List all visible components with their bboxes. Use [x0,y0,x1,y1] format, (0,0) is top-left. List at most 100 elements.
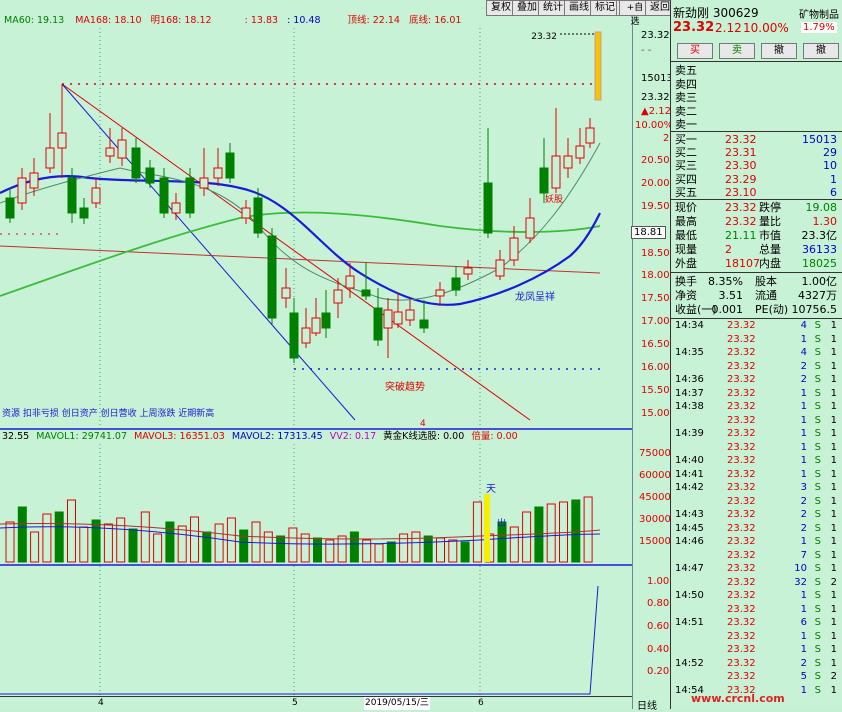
candle-body [301,327,311,344]
cancel-button[interactable]: 撤 [761,43,797,59]
volume-bar [460,541,470,563]
candle-body [29,172,39,189]
tick-row: 14:38 23.32 1 S 1 [671,401,842,412]
volume-bar [116,517,126,563]
tick-side: S [814,657,821,669]
peak-price-label: 23.32 [531,32,557,42]
candle-body [131,147,141,179]
buy-volume: 15013 [802,133,837,146]
axis-label-12: 17.50 [641,293,670,304]
tick-count: 1 [830,630,837,642]
sell-label: 卖二 [675,104,697,118]
tick-price: 23.32 [727,549,756,561]
ind-axis-2: 0.60 [647,621,670,632]
tick-time: 14:50 [675,590,704,601]
tick-count: 1 [830,509,837,520]
stat-label: 流通 [755,289,777,302]
vol-axis-3: 30000 [639,514,671,525]
sell-button[interactable]: 卖 [719,43,755,59]
volume-bar [91,519,101,563]
day-line-label[interactable]: 日线 [637,697,657,712]
tick-row: 23.32 1 S 1 [671,644,842,655]
volume-bar [349,531,359,563]
tick-row: 14:34 23.32 4 S 1 [671,320,842,331]
tick-volume: 2 [800,374,807,385]
tick-price: 23.32 [727,671,756,682]
cancel-all-button[interactable]: 撤 [803,43,839,59]
price-chart[interactable]: 23.32 龙凤呈祥 突破趋势 妖股 资源 扣非亏损 创日资产 创日营收 上周涨… [0,28,632,430]
sell-label: 卖四 [675,77,697,91]
tick-side: S [814,644,821,655]
tick-row: 23.32 1 S 1 [671,604,842,615]
tick-side: S [814,684,821,696]
tick-side: S [814,360,821,372]
axis-label-7: 20.00 [641,178,670,189]
time-tick-5: 5 [292,698,298,708]
volume-bar [263,531,273,563]
stat-value: 10756.5 [791,303,838,316]
tick-time: 14:35 [675,347,704,358]
candle-body [253,197,263,234]
stock-pct: 10.00% [743,21,789,35]
tick-price: 23.32 [727,617,756,628]
axis-label-8: 19.50 [641,201,670,212]
tick-time: 14:34 [675,320,704,331]
tick-row: 14:45 23.32 2 S 1 [671,523,842,534]
candle-body [225,152,235,179]
sell-label: 卖五 [675,64,697,77]
tick-volume: 1 [800,441,807,453]
indicator-chart[interactable] [0,566,632,696]
candle-body [105,147,115,157]
indicator-line [0,585,599,695]
buy-volume: 29 [823,146,837,160]
legend-mavol2: MAVOL2: 17313.45 [231,431,323,442]
candle-body [509,237,519,261]
candle-body [495,259,505,277]
volume-bar [140,511,150,563]
tick-time: 14:45 [675,522,704,534]
tick-row: 14:51 23.32 6 S 1 [671,617,842,628]
volume-bar [190,516,199,563]
buy-volume: 1 [830,172,837,186]
chart-area[interactable]: MA60: 19.13 MA168: 18.10 明168: 18.12 : 1… [0,0,638,710]
candle-body [5,197,15,219]
tick-volume: 1 [800,428,807,439]
tick-row: 14:39 23.32 1 S 1 [671,428,842,439]
tick-volume: 4 [800,320,807,331]
limit-up-candle [594,31,602,101]
legend-val2: : 10.48 [287,15,321,26]
volume-chart[interactable]: 天 出 [0,444,632,566]
tick-count: 1 [830,536,837,547]
tick-price: 23.32 [727,468,756,480]
tick-row: 14:43 23.32 2 S 1 [671,509,842,520]
volume-bar [472,501,482,563]
volume-bar [534,506,544,563]
stat-label: 换手 [675,275,697,288]
tick-side: S [814,536,821,547]
tick-row: 14:50 23.32 1 S 1 [671,590,842,601]
current-price-tag: 18.81 [631,226,666,239]
tick-price: 23.32 [727,455,756,466]
tick-price: 23.32 [727,684,756,696]
ind-axis-1: 0.80 [647,598,670,609]
buy-button[interactable]: 买 [677,43,713,59]
tick-side: S [814,563,821,574]
tick-count: 1 [830,374,837,385]
buy-price: 23.30 [725,159,757,173]
tick-price: 23.32 [727,428,756,439]
volume-bar [165,521,175,563]
buy-row: 买三 23.30 10 [671,159,842,172]
quote-panel: 新劲刚 300629 矿物制品 23.32 2.12 10.00% 1.79% … [670,0,842,709]
candle-body [525,217,535,239]
volume-bar [386,541,396,563]
stat-value: 36133 [802,243,837,256]
tick-volume: 10 [794,563,807,574]
volume-bar [42,513,52,563]
tick-price: 23.32 [727,495,756,507]
price-axis: · 23.32 - - 15013 23.32 ▲2.12 10.00% 2 2… [631,0,673,712]
sell-row: 卖五 [671,64,842,77]
tick-price: 23.32 [727,320,756,331]
stat-value: 18025 [802,257,837,270]
buy-label: 买一 [675,133,697,146]
time-tick-4: 4 [98,698,104,708]
